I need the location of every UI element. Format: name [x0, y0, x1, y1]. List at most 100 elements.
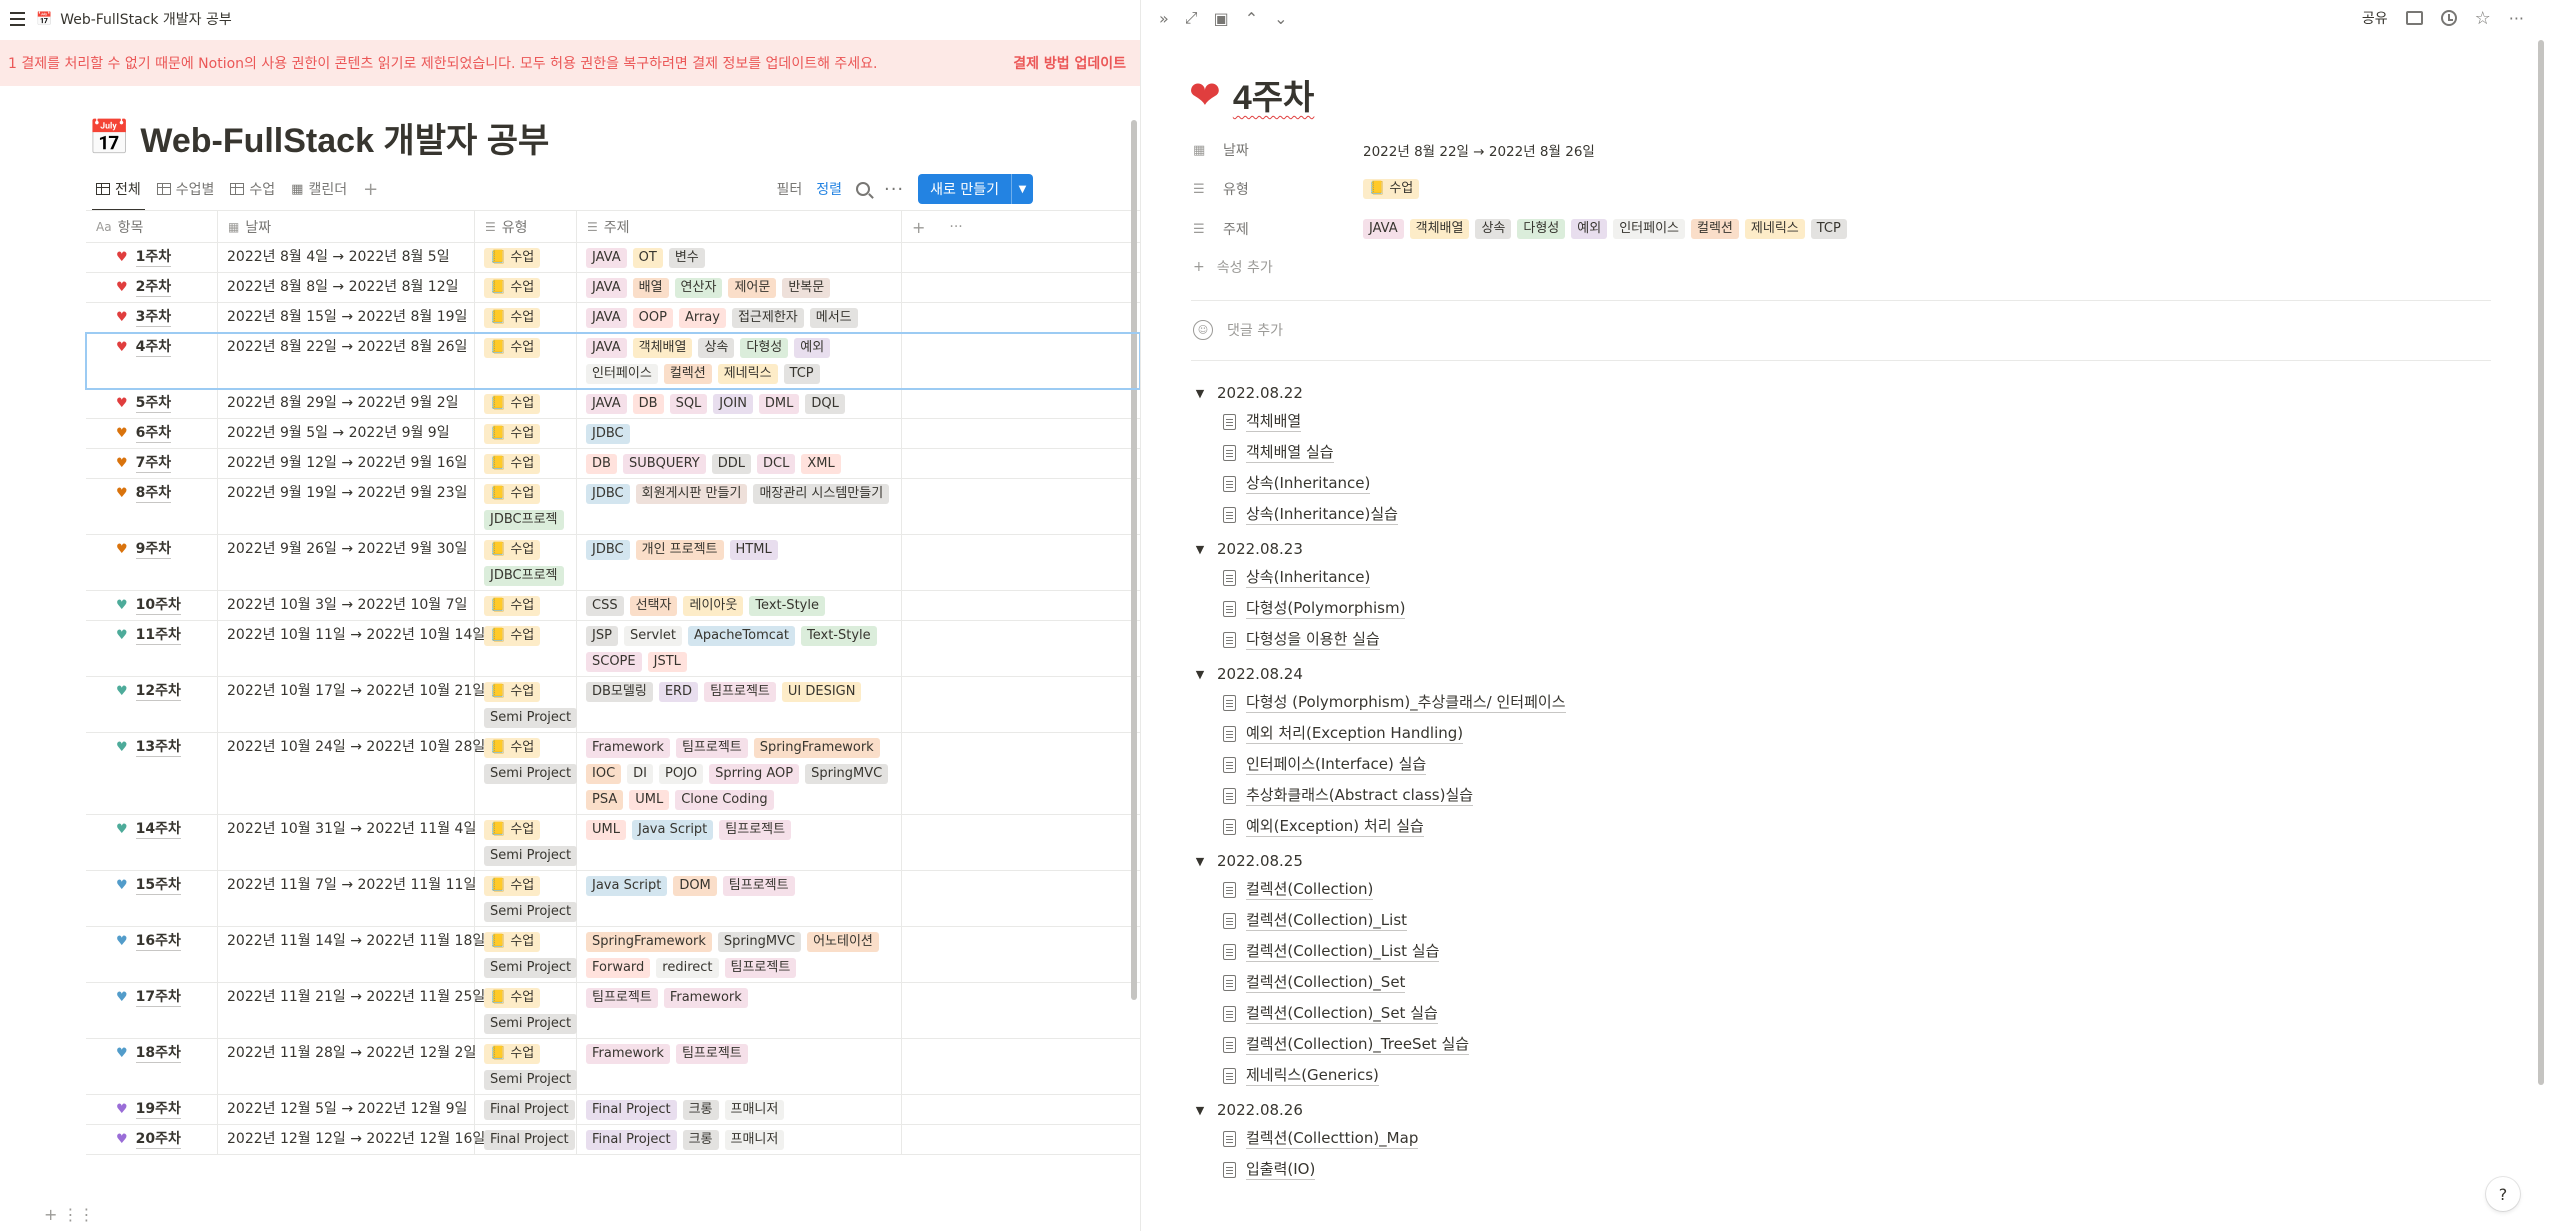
topic-cell[interactable]: JAVA OT 변수: [577, 243, 902, 272]
type-cell[interactable]: 📒 수업 Semi Project: [475, 871, 578, 926]
table-row[interactable]: ♥ 2주차 2022년 8월 8일 → 2022년 8월 12일 📒 수업 JAVA 배열…: [86, 273, 1140, 303]
tab-view-1[interactable]: 수업별: [149, 172, 223, 206]
caret-down-icon[interactable]: ▼: [1193, 543, 1207, 556]
topic-cell[interactable]: CSS 선택자 레이아웃 Text-Style: [577, 591, 902, 620]
type-cell[interactable]: 📒 수업 Semi Project: [475, 1039, 578, 1094]
column-type-header[interactable]: ☰ 유형: [475, 211, 577, 243]
new-button[interactable]: 새로 만들기 ▼: [918, 174, 1033, 204]
chevron-down-icon[interactable]: ⌄: [1274, 9, 1287, 28]
table-row[interactable]: ♥ 1주차 2022년 8월 4일 → 2022년 8월 5일 📒 수업 JAVA OT 변…: [86, 243, 1140, 273]
peek-title-text[interactable]: 4주차: [1233, 70, 1314, 119]
topic-cell[interactable]: JDBC 회원게시판 만들기 매장관리 시스템만들기: [577, 479, 902, 534]
topic-cell[interactable]: DB모델링 ERD 팀프로젝트 UI DESIGN: [577, 677, 902, 732]
type-cell[interactable]: 📒 수업: [475, 621, 577, 676]
page-link[interactable]: 상속(Inheritance): [1193, 468, 2293, 499]
topic-tag[interactable]: 다형성: [1517, 219, 1566, 239]
toggle-header[interactable]: ▼ 2022.08.23: [1193, 536, 2293, 562]
topic-tag[interactable]: 컬렉션: [1691, 219, 1739, 239]
date-cell[interactable]: 2022년 8월 29일 → 2022년 9월 2일: [218, 389, 475, 418]
type-cell[interactable]: 📒 수업 Semi Project: [475, 983, 578, 1038]
name-cell[interactable]: ♥ 4주차: [86, 333, 218, 388]
add-column-icon[interactable]: +: [912, 218, 925, 237]
name-cell[interactable]: ♥ 14주차: [86, 815, 218, 870]
tab-view-0[interactable]: 전체: [88, 172, 149, 211]
more-options-icon[interactable]: ···: [884, 179, 904, 200]
table-row[interactable]: ♥ 4주차 2022년 8월 22일 → 2022년 8월 26일 📒 수업 JAVA 객…: [85, 332, 1140, 390]
add-property-button[interactable]: + 속성 추가: [1193, 257, 1273, 277]
row-title[interactable]: 5주차: [135, 394, 172, 413]
name-cell[interactable]: ♥ 18주차: [86, 1039, 218, 1094]
type-cell[interactable]: 📒 수업: [475, 243, 577, 272]
type-cell[interactable]: 📒 수업: [475, 333, 577, 388]
topic-tag[interactable]: 상속: [1475, 219, 1512, 239]
heart-icon[interactable]: ❤: [1189, 76, 1221, 114]
menu-icon[interactable]: [6, 8, 28, 30]
row-title[interactable]: 10주차: [135, 596, 181, 615]
type-cell[interactable]: 📒 수업 Semi Project: [475, 677, 578, 732]
date-cell[interactable]: 2022년 10월 3일 → 2022년 10월 7일: [218, 591, 475, 620]
name-cell[interactable]: ♥ 13주차: [86, 733, 218, 814]
add-view-icon[interactable]: +: [355, 179, 386, 200]
name-cell[interactable]: ♥ 19주차: [86, 1095, 218, 1124]
page-link[interactable]: 상속(Inheritance): [1193, 562, 2293, 593]
date-cell[interactable]: 2022년 11월 28일 → 2022년 12월 2일: [218, 1039, 476, 1094]
date-cell[interactable]: 2022년 12월 12일 → 2022년 12월 16일: [218, 1125, 485, 1154]
topic-tag[interactable]: 객체배열: [1409, 219, 1470, 239]
page-link[interactable]: 제네릭스(Generics): [1193, 1060, 2293, 1091]
name-cell[interactable]: ♥ 3주차: [86, 303, 218, 332]
more-icon[interactable]: ···: [2509, 9, 2524, 28]
row-title[interactable]: 3주차: [135, 308, 172, 327]
help-button[interactable]: ?: [2486, 1177, 2520, 1211]
page-link[interactable]: 다형성(Polymorphism): [1193, 593, 2293, 624]
table-row[interactable]: ♥ 20주차 2022년 12월 12일 → 2022년 12월 16일 Final …: [86, 1125, 1140, 1155]
topic-cell[interactable]: Framework 팀프로젝트: [577, 1039, 902, 1094]
row-title[interactable]: 8주차: [135, 484, 172, 503]
table-row[interactable]: ♥ 12주차 2022년 10월 17일 → 2022년 10월 21일 📒 수업 Se…: [86, 677, 1140, 733]
scrollbar[interactable]: [2538, 40, 2544, 1085]
name-cell[interactable]: ♥ 11주차: [86, 621, 218, 676]
property-label[interactable]: 유형: [1211, 179, 1363, 199]
toggle-header[interactable]: ▼ 2022.08.22: [1193, 380, 2293, 406]
breadcrumb[interactable]: Web-FullStack 개발자 공부: [60, 9, 232, 29]
row-title[interactable]: 6주차: [135, 424, 172, 443]
type-cell[interactable]: 📒 수업: [475, 449, 577, 478]
property-label[interactable]: 주제: [1211, 219, 1363, 239]
row-title[interactable]: 12주차: [135, 682, 181, 701]
caret-down-icon[interactable]: ▼: [1193, 387, 1207, 400]
type-cell[interactable]: 📒 수업 JDBC프로젝: [475, 479, 577, 534]
date-cell[interactable]: 2022년 10월 11일 → 2022년 10월 14일: [218, 621, 485, 676]
topic-cell[interactable]: JAVA DB SQL JOIN DML DQL: [577, 389, 902, 418]
type-cell[interactable]: 📒 수업: [475, 273, 577, 302]
property-value[interactable]: 2022년 8월 22일 → 2022년 8월 26일: [1363, 140, 1595, 160]
table-row[interactable]: ♥ 10주차 2022년 10월 3일 → 2022년 10월 7일 📒 수업 CSS 선…: [86, 591, 1140, 621]
topic-tag[interactable]: 제네릭스: [1744, 219, 1805, 239]
page-link[interactable]: 예외 처리(Exception Handling): [1193, 718, 2293, 749]
tab-view-2[interactable]: 수업: [222, 172, 283, 206]
topic-cell[interactable]: JAVA 객체배열 상속 다형성 예외 인터페이스 컬렉션 제네릭스 TCP: [577, 333, 902, 388]
page-link[interactable]: 객체배열: [1193, 406, 2293, 437]
table-row[interactable]: ♥ 16주차 2022년 11월 14일 → 2022년 11월 18일 📒 수업 Se…: [86, 927, 1140, 983]
date-cell[interactable]: 2022년 9월 19일 → 2022년 9월 23일: [218, 479, 475, 534]
table-row[interactable]: ♥ 3주차 2022년 8월 15일 → 2022년 8월 19일 📒 수업 JAVA O…: [86, 303, 1140, 333]
table-row[interactable]: ♥ 19주차 2022년 12월 5일 → 2022년 12월 9일 Final Pr…: [86, 1095, 1140, 1125]
date-cell[interactable]: 2022년 9월 26일 → 2022년 9월 30일: [218, 535, 475, 590]
type-cell[interactable]: 📒 수업: [475, 419, 577, 448]
topic-tags[interactable]: JAVA 객체배열 상속 다형성 예외 인터페이스 컬렉션 제네릭스 TCP: [1363, 219, 1847, 239]
topic-cell[interactable]: 팀프로젝트 Framework: [577, 983, 902, 1038]
page-link[interactable]: 인터페이스(Interface) 실습: [1193, 749, 2293, 780]
page-link[interactable]: 다형성 (Polymorphism)_추상클래스/ 인터페이스: [1193, 687, 2293, 718]
type-cell[interactable]: 📒 수업 Semi Project: [475, 733, 578, 814]
topic-cell[interactable]: JAVA 배열 연산자 제어문 반복문: [577, 273, 902, 302]
topic-cell[interactable]: SpringFramework SpringMVC 어노테이션 Forward redi…: [577, 927, 902, 982]
row-title[interactable]: 14주차: [135, 820, 181, 839]
page-link[interactable]: 입출력(IO): [1193, 1154, 2293, 1185]
type-cell[interactable]: 📒 수업 Semi Project: [475, 815, 578, 870]
expand-icon[interactable]: ⤢: [1185, 8, 1198, 28]
name-cell[interactable]: ♥ 7주차: [86, 449, 218, 478]
date-cell[interactable]: 2022년 12월 5일 → 2022년 12월 9일: [218, 1095, 475, 1124]
topic-cell[interactable]: Framework 팀프로젝트 SpringFramework IOC DI POJO Sp…: [577, 733, 902, 814]
page-link[interactable]: 컬렉션(Collection): [1193, 874, 2293, 905]
close-peek-icon[interactable]: »: [1159, 9, 1169, 28]
page-link[interactable]: 컬렉션(Collection)_List 실습: [1193, 936, 2293, 967]
topic-cell[interactable]: JSP Servlet ApacheTomcat Text-Style SCOPE JST…: [577, 621, 902, 676]
